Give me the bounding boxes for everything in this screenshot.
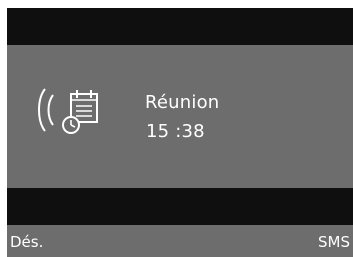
top-black-band: [7, 8, 353, 45]
softkey-separator-band: [7, 188, 353, 225]
event-title: Réunion: [145, 92, 220, 113]
calendar-clock-icon: [62, 90, 98, 134]
ringing-waves-icon: [38, 88, 54, 132]
softkey-right-button[interactable]: SMS: [318, 232, 350, 252]
phone-display: Réunion 15 :38 Dés. SMS: [0, 0, 353, 257]
softkey-bar: [7, 225, 353, 257]
event-time: 15 :38: [146, 121, 205, 142]
softkey-left-button[interactable]: Dés.: [10, 232, 43, 252]
